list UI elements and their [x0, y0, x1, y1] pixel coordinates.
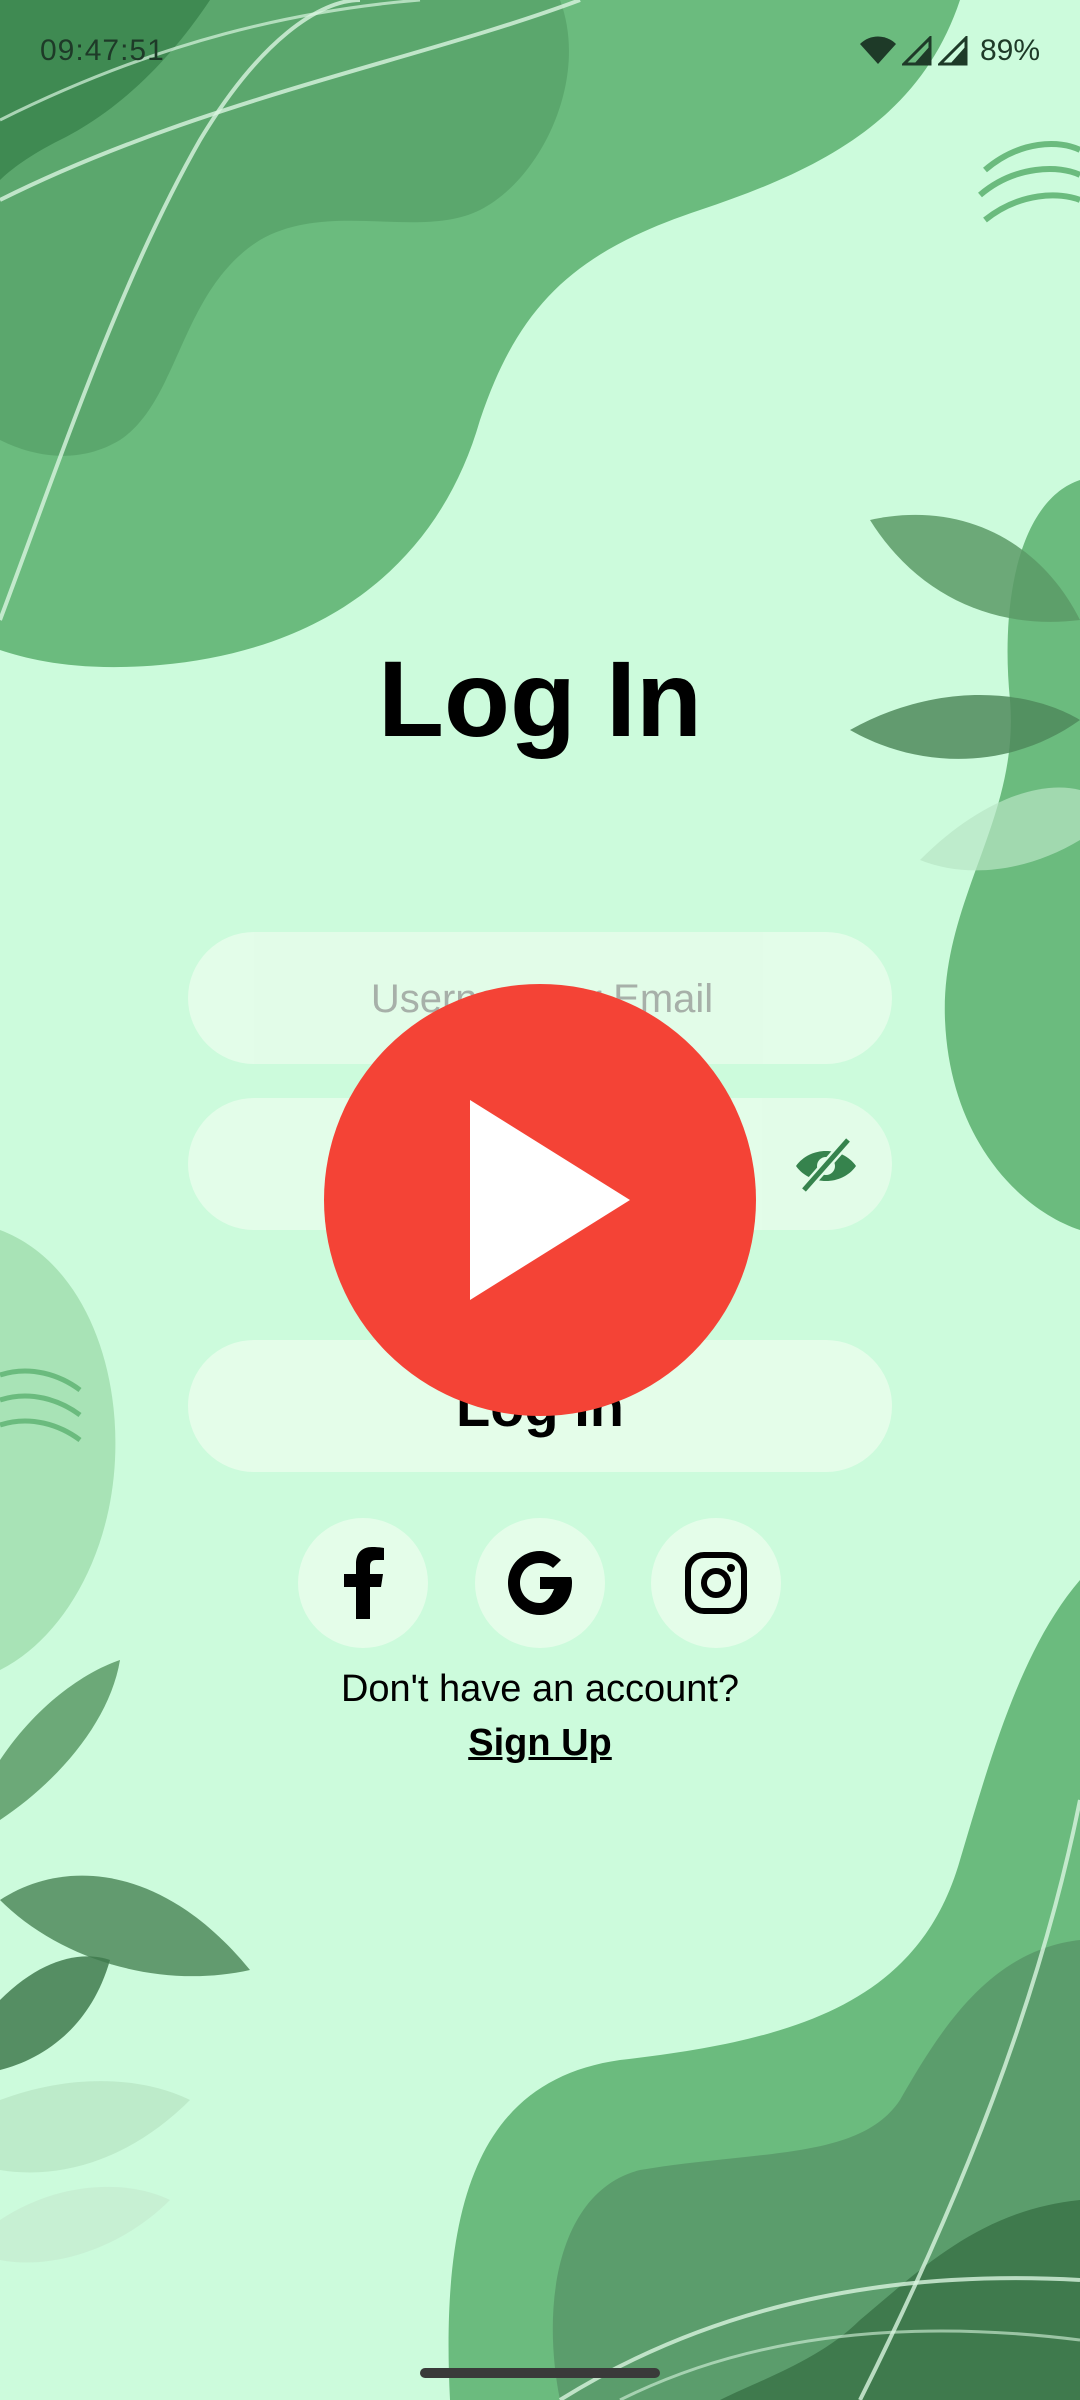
status-bar: 09:47:51 89% — [0, 0, 1080, 100]
signal-icon — [901, 36, 932, 66]
signup-link[interactable]: Sign Up — [0, 1722, 1080, 1765]
facebook-icon — [344, 1547, 384, 1619]
signal-icon — [937, 36, 968, 66]
page-title: Log In — [378, 638, 702, 759]
instagram-login-button[interactable] — [651, 1518, 781, 1648]
signup-prompt: Don't have an account? — [340, 1668, 740, 1710]
google-icon — [508, 1551, 572, 1615]
home-indicator[interactable] — [420, 2368, 660, 2378]
status-time: 09:47:51 — [40, 34, 165, 67]
battery-level: 89% — [979, 34, 1040, 67]
facebook-login-button[interactable] — [298, 1518, 428, 1648]
status-icons: 89% — [859, 34, 1040, 68]
google-login-button[interactable] — [475, 1518, 605, 1648]
eye-off-icon[interactable] — [790, 1130, 862, 1198]
instagram-icon — [685, 1552, 747, 1614]
play-button[interactable] — [324, 984, 756, 1416]
play-icon — [470, 1100, 630, 1300]
wifi-icon — [859, 36, 896, 64]
